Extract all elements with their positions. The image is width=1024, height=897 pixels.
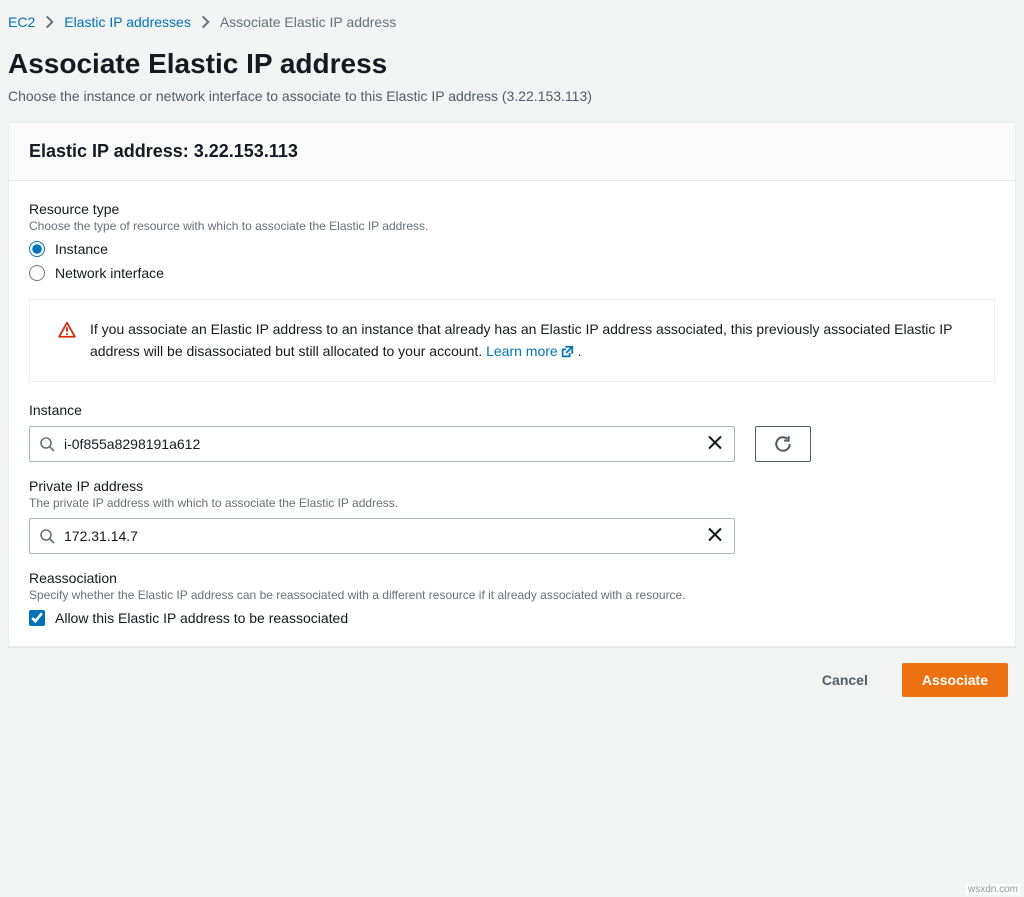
reassociation-label: Reassociation bbox=[29, 570, 995, 586]
breadcrumb: EC2 Elastic IP addresses Associate Elast… bbox=[8, 10, 1016, 48]
close-icon bbox=[707, 434, 723, 450]
resource-type-label: Resource type bbox=[29, 201, 995, 217]
breadcrumb-current: Associate Elastic IP address bbox=[220, 14, 396, 30]
learn-more-link[interactable]: Learn more bbox=[486, 340, 574, 362]
instance-input[interactable] bbox=[29, 426, 735, 462]
warning-text: If you associate an Elastic IP address t… bbox=[90, 318, 966, 363]
learn-more-label: Learn more bbox=[486, 340, 558, 362]
private-ip-input[interactable] bbox=[29, 518, 735, 554]
chevron-right-icon bbox=[45, 15, 54, 29]
external-link-icon bbox=[560, 345, 574, 359]
instance-clear-button[interactable] bbox=[703, 430, 727, 457]
radio-instance-label[interactable]: Instance bbox=[55, 241, 108, 257]
reassociation-checkbox-label[interactable]: Allow this Elastic IP address to be reas… bbox=[55, 610, 348, 626]
private-ip-help: The private IP address with which to ass… bbox=[29, 496, 995, 510]
private-ip-group: Private IP address The private IP addres… bbox=[29, 478, 995, 554]
breadcrumb-link-eip[interactable]: Elastic IP addresses bbox=[64, 14, 191, 30]
associate-button[interactable]: Associate bbox=[902, 663, 1008, 697]
radio-instance[interactable] bbox=[29, 241, 45, 257]
resource-type-help: Choose the type of resource with which t… bbox=[29, 219, 995, 233]
panel-header-title: Elastic IP address: 3.22.153.113 bbox=[29, 141, 995, 162]
reassociation-checkbox[interactable] bbox=[29, 610, 45, 626]
warning-trailing: . bbox=[578, 343, 582, 359]
refresh-button[interactable] bbox=[755, 426, 811, 462]
close-icon bbox=[707, 526, 723, 542]
radio-network-interface[interactable] bbox=[29, 265, 45, 281]
breadcrumb-link-ec2[interactable]: EC2 bbox=[8, 14, 35, 30]
warning-box: If you associate an Elastic IP address t… bbox=[29, 299, 995, 382]
reassociation-help: Specify whether the Elastic IP address c… bbox=[29, 588, 995, 602]
instance-group: Instance bbox=[29, 402, 995, 462]
private-ip-clear-button[interactable] bbox=[703, 522, 727, 549]
warning-triangle-icon bbox=[58, 321, 76, 339]
search-icon bbox=[39, 436, 55, 452]
associate-panel: Elastic IP address: 3.22.153.113 Resourc… bbox=[8, 122, 1016, 647]
radio-network-interface-label[interactable]: Network interface bbox=[55, 265, 164, 281]
footer-actions: Cancel Associate bbox=[8, 647, 1016, 697]
panel-header: Elastic IP address: 3.22.153.113 bbox=[9, 123, 1015, 181]
cancel-button[interactable]: Cancel bbox=[802, 663, 888, 697]
watermark: wsxdn.com bbox=[966, 884, 1020, 895]
private-ip-label: Private IP address bbox=[29, 478, 995, 494]
refresh-icon bbox=[774, 435, 792, 453]
chevron-right-icon bbox=[201, 15, 210, 29]
page-title: Associate Elastic IP address bbox=[8, 48, 1016, 80]
resource-type-group: Resource type Choose the type of resourc… bbox=[29, 201, 995, 281]
instance-label: Instance bbox=[29, 402, 995, 418]
reassociation-group: Reassociation Specify whether the Elasti… bbox=[29, 570, 995, 626]
search-icon bbox=[39, 528, 55, 544]
page-description: Choose the instance or network interface… bbox=[8, 88, 1016, 104]
